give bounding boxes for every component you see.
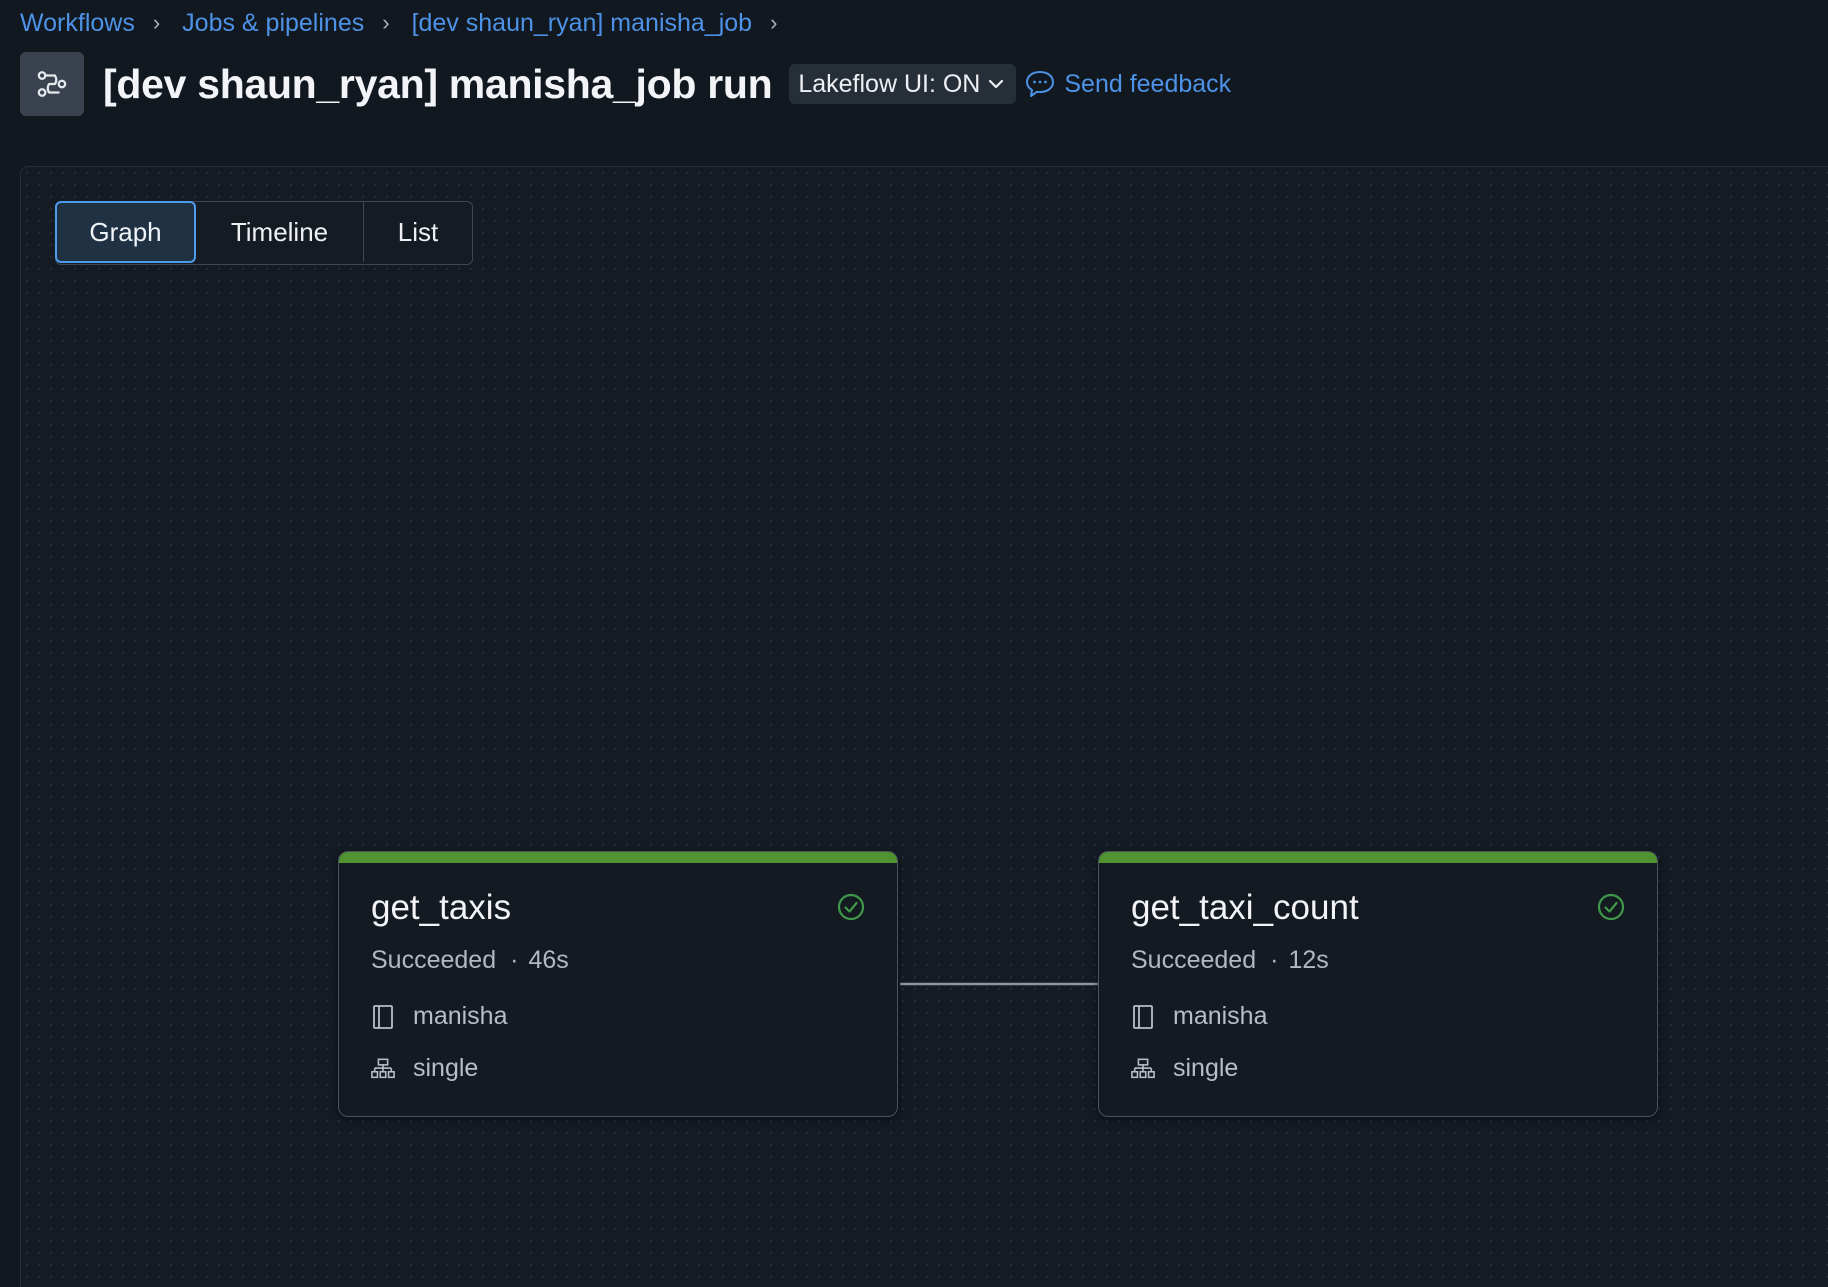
task-status-bar: [339, 852, 897, 863]
send-feedback-label: Send feedback: [1064, 69, 1232, 98]
task-card-get-taxi-count[interactable]: get_taxi_count Succeeded · 12s manisha sin…: [1098, 851, 1658, 1117]
tab-timeline[interactable]: Timeline: [196, 202, 364, 262]
notebook-icon: [371, 1003, 395, 1031]
task-status-bar: [1099, 852, 1657, 863]
task-status: Succeeded: [371, 946, 497, 974]
task-notebook: manisha: [1131, 1002, 1268, 1031]
check-circle-icon: [837, 893, 865, 921]
breadcrumb-separator-icon: ›: [152, 10, 161, 35]
workflow-icon: [20, 52, 84, 116]
task-duration: 12s: [1288, 946, 1329, 974]
speech-bubble-icon: [1024, 69, 1056, 99]
lakeflow-ui-label: Lakeflow UI: ON: [798, 69, 981, 98]
page-header: [dev shaun_ryan] manisha_job run Lakeflo…: [20, 52, 1231, 116]
breadcrumb-separator-icon: ›: [382, 10, 390, 35]
send-feedback-link[interactable]: Send feedback: [1024, 69, 1231, 99]
task-name: get_taxis: [371, 888, 512, 927]
lakeflow-ui-toggle[interactable]: Lakeflow UI: ON: [789, 64, 1017, 104]
cluster-icon: [371, 1055, 395, 1083]
breadcrumb-separator-icon: ›: [770, 10, 778, 35]
view-toggle: Graph Timeline List: [55, 201, 473, 265]
task-cluster: single: [371, 1054, 478, 1083]
task-cluster: single: [1131, 1054, 1238, 1083]
breadcrumb-job[interactable]: [dev shaun_ryan] manisha_job: [412, 9, 753, 38]
notebook-icon: [1131, 1003, 1155, 1031]
graph-canvas[interactable]: Graph Timeline List get_taxis Succeeded ·…: [20, 166, 1828, 1287]
task-status-line: Succeeded · 12s: [1131, 946, 1329, 974]
page-title: [dev shaun_ryan] manisha_job run: [103, 60, 773, 107]
tab-list[interactable]: List: [364, 202, 472, 262]
cluster-icon: [1131, 1055, 1155, 1083]
breadcrumb-jobs-pipelines[interactable]: Jobs & pipelines: [182, 9, 364, 38]
task-card-get-taxis[interactable]: get_taxis Succeeded · 46s manisha single: [338, 851, 898, 1117]
breadcrumb: Workflows › Jobs & pipelines › [dev shau…: [20, 6, 799, 40]
check-circle-icon: [1597, 893, 1625, 921]
task-status-line: Succeeded · 46s: [371, 946, 569, 974]
task-notebook: manisha: [371, 1002, 508, 1031]
task-duration: 46s: [528, 946, 569, 974]
task-name: get_taxi_count: [1131, 888, 1359, 927]
tab-graph[interactable]: Graph: [55, 201, 196, 263]
task-status: Succeeded: [1131, 946, 1257, 974]
dependency-edge: [900, 976, 1109, 992]
breadcrumb-workflows[interactable]: Workflows: [20, 9, 135, 38]
chevron-down-icon: [988, 78, 1004, 90]
